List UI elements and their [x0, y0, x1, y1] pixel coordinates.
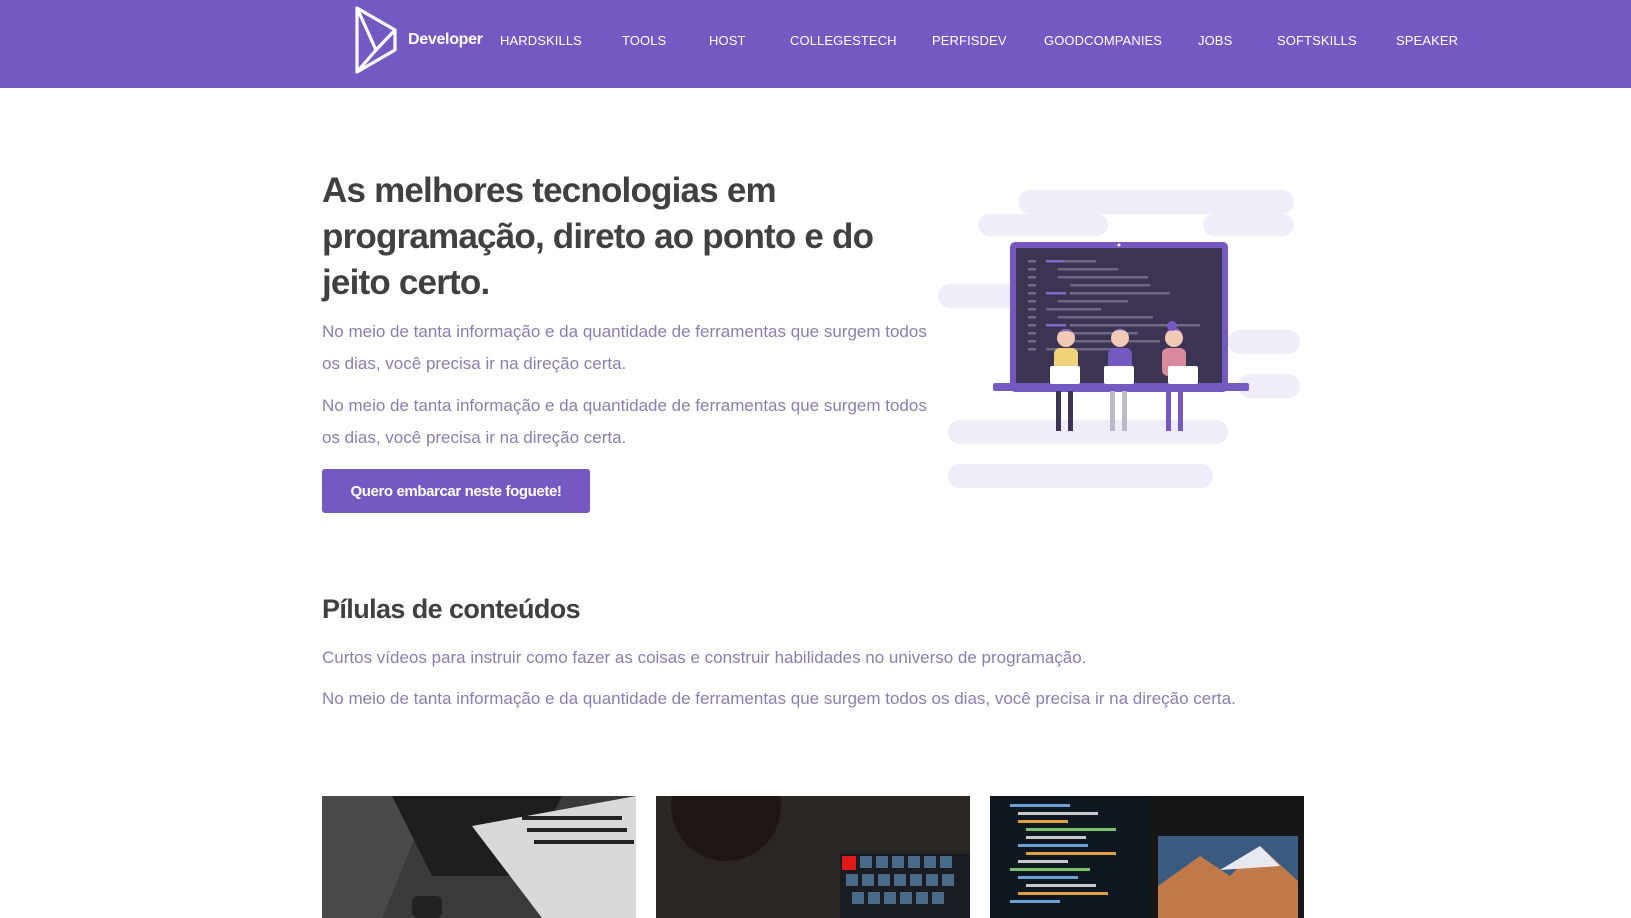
nav-speaker[interactable]: SPEAKER [1396, 33, 1458, 48]
keyboard-coffee-photo-icon [656, 796, 970, 918]
monitor-code-photo-icon [990, 796, 1304, 918]
nav-host[interactable]: HOST [709, 33, 746, 48]
content-card-keyboard[interactable] [656, 796, 970, 918]
nav-goodcompanies[interactable]: GOODCOMPANIES [1044, 33, 1162, 48]
nav-softskills[interactable]: SOFTSKILLS [1277, 33, 1357, 48]
nav-collegestech[interactable]: COLLEGESTECH [790, 33, 897, 48]
brand-name: Developer [408, 31, 483, 48]
section-subtitle: Curtos vídeos para instruir como fazer a… [322, 648, 1087, 667]
logo-icon [355, 6, 397, 74]
hero-paragraph: No meio de tanta informação e da quantid… [322, 396, 927, 447]
section-title: Pílulas de conteúdos [322, 594, 581, 624]
developers-illustration [938, 190, 1300, 488]
content-card-laptop[interactable] [322, 796, 636, 918]
hero-paragraph: No meio de tanta informação e da quantid… [322, 322, 927, 373]
top-navbar: Developer HARDSKILLS TOOLS HOST COLLEGES… [0, 0, 1631, 88]
nav-perfisdev[interactable]: PERFISDEV [932, 33, 1007, 48]
cta-button[interactable]: Quero embarcar neste foguete! [322, 469, 590, 513]
brand-logo[interactable]: Developer [354, 6, 483, 74]
nav-hardskills[interactable]: HARDSKILLS [500, 33, 582, 48]
section-paragraph: No meio de tanta informação e da quantid… [322, 689, 1236, 708]
hero-title: As melhores tecnologias em programação, … [322, 171, 874, 302]
laptop-photo-icon [322, 796, 636, 918]
nav-jobs[interactable]: JOBS [1198, 33, 1232, 48]
content-card-monitors[interactable] [990, 796, 1304, 918]
nav-tools[interactable]: TOOLS [622, 33, 666, 48]
